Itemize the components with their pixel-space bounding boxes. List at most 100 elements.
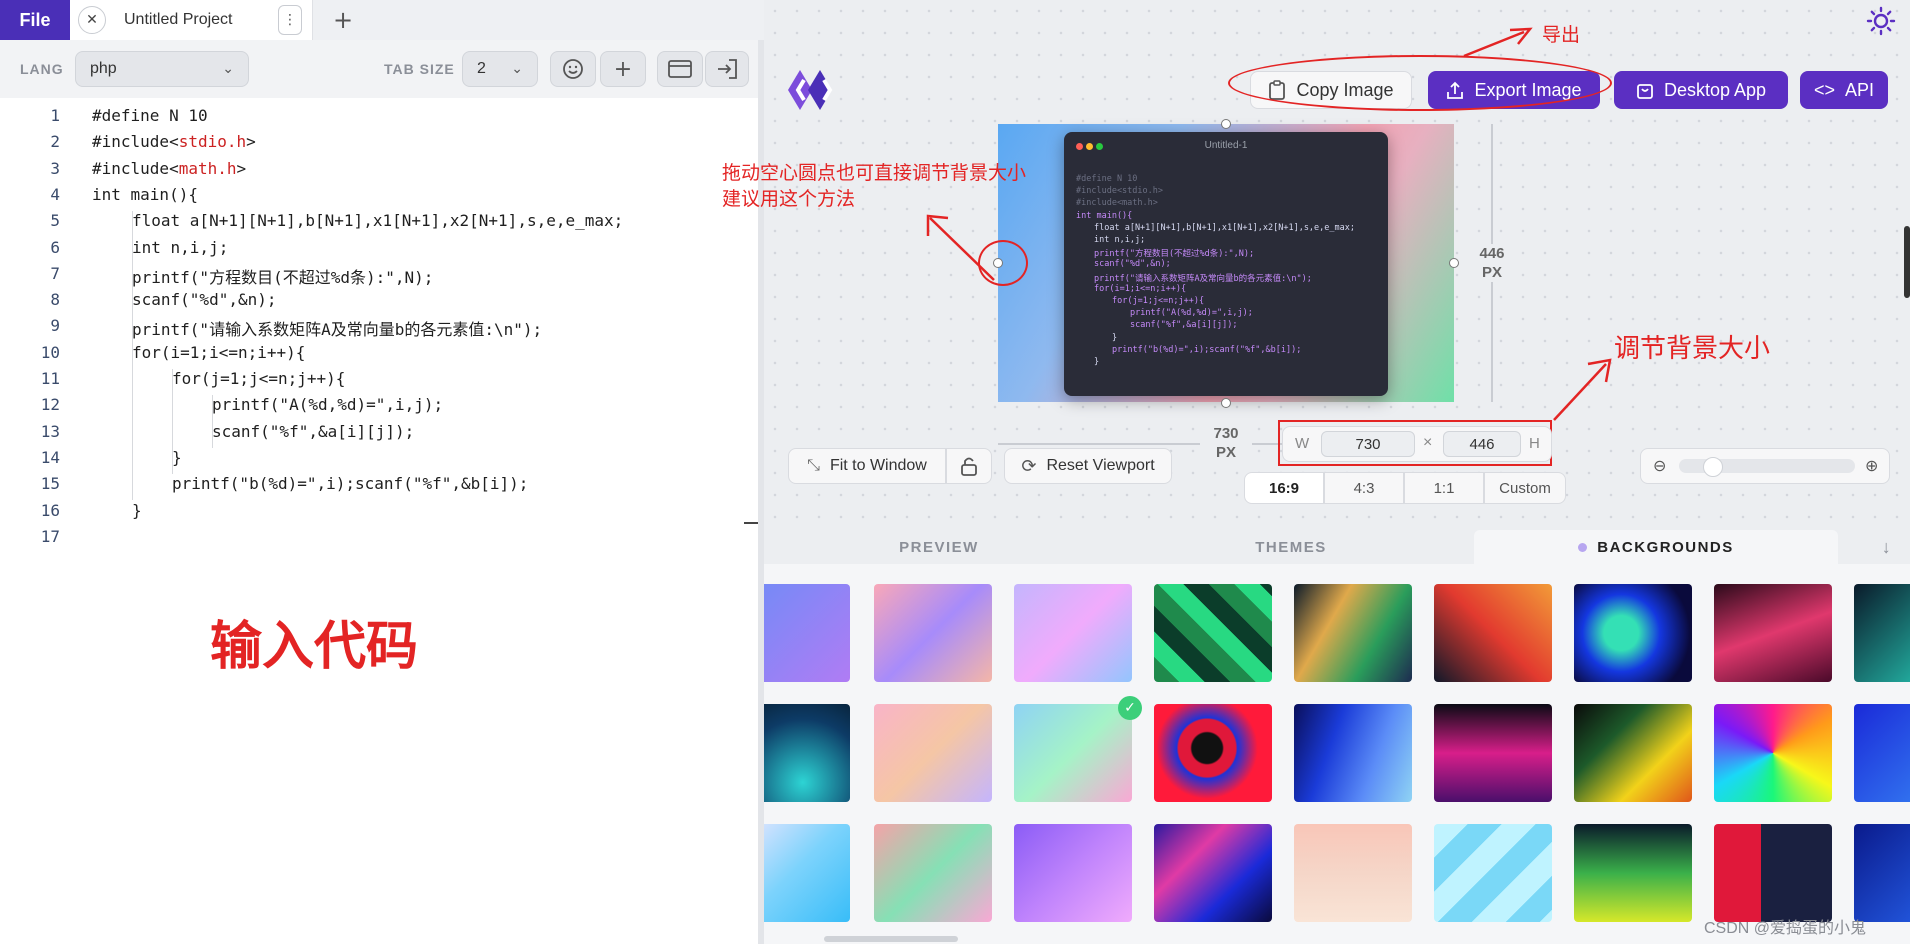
line-number: 1 (50, 106, 60, 125)
background-tile[interactable] (1294, 704, 1412, 802)
selected-check-icon: ✓ (1118, 696, 1142, 720)
reset-viewport-button[interactable]: ⟳ Reset Viewport (1004, 448, 1172, 484)
mini-code-line: for(j=1;j<=n;j++){ (1112, 296, 1205, 306)
line-number: 14 (40, 447, 60, 467)
line-number: 11 (40, 369, 60, 388)
background-tile[interactable] (1434, 824, 1552, 922)
background-tile[interactable] (874, 824, 992, 922)
zoom-control: ⊖ ⊕ (1640, 448, 1890, 484)
code-line: #define N 10 (92, 106, 208, 125)
mini-code-line: int main(){ (1076, 210, 1133, 221)
watermark: CSDN @爱捣蛋的小鬼 (1704, 920, 1867, 937)
ratio-4-3[interactable]: 4:3 (1324, 472, 1404, 504)
background-tile[interactable] (764, 824, 850, 922)
line-number: 13 (40, 421, 60, 441)
background-tile[interactable] (1154, 704, 1272, 802)
emoji-button[interactable] (550, 51, 596, 87)
width-input[interactable]: 730 (1321, 431, 1415, 457)
add-button[interactable]: + (600, 51, 646, 87)
zoom-in-icon[interactable]: ⊕ (1865, 456, 1878, 476)
project-tab[interactable]: ✕ Untitled Project ⋮ (70, 0, 313, 40)
height-readout: 446 PX (1466, 244, 1518, 282)
background-tile[interactable] (1574, 584, 1692, 682)
width-unit: PX (1215, 444, 1236, 461)
background-tile[interactable] (1714, 584, 1832, 682)
api-button[interactable]: <> API (1800, 71, 1888, 109)
background-tile[interactable] (1154, 584, 1272, 682)
background-tile[interactable] (1574, 824, 1692, 922)
background-tile[interactable] (874, 584, 992, 682)
background-tile[interactable] (1854, 704, 1910, 802)
background-tile[interactable] (764, 704, 850, 802)
code-line: scanf("%d",&n); (132, 290, 277, 310)
import-button[interactable] (705, 51, 749, 87)
panel-tabs: PREVIEW THEMES BACKGROUNDS ↓ (764, 530, 1910, 564)
new-tab-button[interactable]: + (318, 0, 368, 40)
background-tile[interactable] (764, 584, 850, 682)
resize-handle-right[interactable] (1449, 258, 1459, 268)
w-label: W (1295, 435, 1310, 452)
ratio-16-9[interactable]: 16:9 (1244, 472, 1324, 504)
background-tile[interactable] (1154, 824, 1272, 922)
tab-size-select[interactable]: 2 ⌄ (462, 51, 538, 87)
line-number: 3 (50, 158, 60, 178)
background-tile[interactable] (1574, 704, 1692, 802)
file-menu-button[interactable]: File (0, 0, 70, 40)
background-tile[interactable] (874, 704, 992, 802)
background-tile[interactable] (1714, 704, 1832, 802)
h-label: H (1529, 435, 1540, 452)
background-tile[interactable] (1294, 584, 1412, 682)
shrink-icon: ⤡ (807, 457, 820, 474)
background-tile[interactable] (1294, 824, 1412, 922)
background-tile[interactable] (1014, 704, 1132, 802)
background-tile[interactable] (1854, 584, 1910, 682)
tab-options-icon[interactable]: ⋮ (278, 5, 302, 35)
chevron-down-icon: ⌄ (222, 60, 234, 76)
annotation-input-code: 输入代码 (210, 617, 419, 677)
background-tile[interactable] (1714, 824, 1832, 922)
background-tile[interactable] (1014, 824, 1132, 922)
height-input[interactable]: 446 (1443, 431, 1521, 457)
indent-guide (212, 395, 213, 448)
mini-code-line: #include<math.h> (1076, 198, 1158, 209)
background-tile[interactable] (1014, 584, 1132, 682)
tab-preview[interactable]: PREVIEW (764, 530, 1114, 564)
annotation-resize-bg: 调节背景大小 (1614, 334, 1771, 364)
ratio-custom[interactable]: Custom (1484, 472, 1566, 504)
tab-themes[interactable]: THEMES (1114, 530, 1468, 564)
resize-handle-bottom[interactable] (1221, 398, 1231, 408)
line-number: 7 (50, 263, 60, 283)
lang-select[interactable]: php ⌄ (75, 51, 249, 87)
fit-to-window-button[interactable]: ⤡ Fit to Window (788, 448, 946, 484)
code-line: printf("A(%d,%d)=",i,j); (212, 395, 444, 415)
background-tile[interactable] (1434, 704, 1552, 802)
line-number: 2 (50, 132, 60, 152)
lang-select-value: php (90, 60, 117, 77)
code-line: for(i=1;i<=n;i++){ (132, 342, 306, 362)
export-highlight-ellipse (1228, 55, 1612, 111)
code-line: float a[N+1][N+1],b[N+1],x1[N+1],x2[N+1]… (132, 211, 624, 231)
resize-handle-top[interactable] (1221, 119, 1231, 129)
ratio-1-1[interactable]: 1:1 (1404, 472, 1484, 504)
tab-backgrounds[interactable]: BACKGROUNDS (1474, 530, 1838, 564)
mini-code-line: float a[N+1][N+1],b[N+1],x1[N+1],x2[N+1]… (1094, 222, 1355, 233)
zoom-out-icon[interactable]: ⊖ (1653, 456, 1666, 476)
theme-toggle-icon[interactable] (1866, 6, 1896, 36)
indent-guide (132, 211, 133, 501)
width-readout: 730 PX (1200, 424, 1252, 462)
background-tile[interactable] (1854, 824, 1910, 922)
background-tile[interactable] (1434, 584, 1552, 682)
line-number: 10 (40, 342, 60, 362)
close-tab-icon[interactable]: ✕ (78, 6, 106, 34)
line-number: 4 (50, 184, 60, 204)
plus-icon: + (613, 56, 633, 82)
collapse-arrow-icon[interactable]: ↓ (1864, 530, 1910, 564)
window-icon (668, 60, 692, 78)
code-line: } (172, 447, 182, 467)
horizontal-scrollbar[interactable] (824, 936, 958, 942)
window-frame-button[interactable] (657, 51, 703, 87)
zoom-slider-thumb[interactable] (1703, 457, 1723, 477)
lock-button[interactable] (946, 448, 992, 484)
desktop-app-button[interactable]: Desktop App (1614, 71, 1788, 109)
code-line: for(j=1;j<=n;j++){ (172, 369, 346, 388)
